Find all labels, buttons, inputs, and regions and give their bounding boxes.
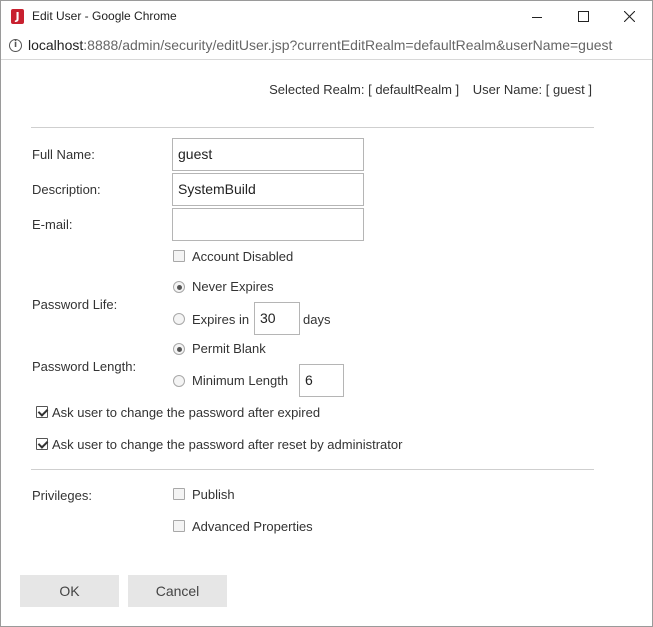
expires-in-days-input[interactable]: 30 xyxy=(254,302,300,335)
permit-blank-label: Permit Blank xyxy=(192,341,266,356)
description-input[interactable]: SystemBuild xyxy=(172,173,364,206)
title-bar: J Edit User - Google Chrome xyxy=(1,1,652,32)
url-path: :8888/admin/security/editUser.jsp?curren… xyxy=(83,37,613,53)
user-name-label: User Name: xyxy=(472,82,543,97)
full-name-label: Full Name: xyxy=(32,147,95,162)
account-disabled-label: Account Disabled xyxy=(192,249,294,264)
change-after-reset-checkbox[interactable] xyxy=(36,438,48,450)
address-bar: i localhost:8888/admin/security/editUser… xyxy=(1,32,652,60)
change-after-reset-label: Ask user to change the password after re… xyxy=(52,437,403,452)
never-expires-radio[interactable] xyxy=(173,281,185,293)
selected-realm-label: Selected Realm: xyxy=(269,82,365,97)
ok-button[interactable]: OK xyxy=(20,575,119,607)
never-expires-label: Never Expires xyxy=(192,279,274,294)
cancel-button[interactable]: Cancel xyxy=(128,575,227,607)
maximize-icon xyxy=(577,11,589,22)
account-disabled-checkbox[interactable] xyxy=(173,250,185,262)
advanced-properties-checkbox[interactable] xyxy=(173,520,185,532)
minimum-length-input[interactable]: 6 xyxy=(299,364,344,397)
close-button[interactable] xyxy=(606,1,652,32)
publish-label: Publish xyxy=(192,487,235,502)
publish-checkbox[interactable] xyxy=(173,488,185,500)
minimum-length-radio[interactable] xyxy=(173,375,185,387)
user-name-value: [ guest ] xyxy=(545,82,592,97)
expires-in-label: Expires in xyxy=(192,312,250,327)
days-label: days xyxy=(303,312,331,327)
close-icon xyxy=(623,11,635,22)
advanced-properties-label: Advanced Properties xyxy=(192,519,313,534)
description-label: Description: xyxy=(32,182,101,197)
info-icon[interactable]: i xyxy=(9,39,22,52)
maximize-button[interactable] xyxy=(560,1,606,32)
change-after-expired-label: Ask user to change the password after ex… xyxy=(52,405,321,420)
url-text[interactable]: localhost:8888/admin/security/editUser.j… xyxy=(28,37,612,53)
email-input[interactable] xyxy=(172,208,364,241)
minimize-button[interactable] xyxy=(514,1,560,32)
minimum-length-label: Minimum Length xyxy=(192,373,289,388)
minimize-icon xyxy=(532,16,542,18)
full-name-input[interactable]: guest xyxy=(172,138,364,171)
permit-blank-radio[interactable] xyxy=(173,343,185,355)
url-host: localhost xyxy=(28,37,84,53)
edit-user-window: J Edit User - Google Chrome i localhost:… xyxy=(0,0,653,627)
email-label: E-mail: xyxy=(32,217,73,232)
jreport-icon: J xyxy=(11,9,24,24)
change-after-expired-checkbox[interactable] xyxy=(36,406,48,418)
divider-bottom xyxy=(31,469,594,470)
password-length-label: Password Length: xyxy=(32,359,137,374)
divider-top xyxy=(31,127,594,128)
window-title: Edit User - Google Chrome xyxy=(32,9,177,23)
expires-in-radio[interactable] xyxy=(173,313,185,325)
privileges-label: Privileges: xyxy=(32,488,92,503)
selected-realm-value: [ defaultRealm ] xyxy=(368,82,460,97)
password-life-label: Password Life: xyxy=(32,297,118,312)
realm-info: Selected Realm: [ defaultRealm ] User Na… xyxy=(269,82,592,97)
